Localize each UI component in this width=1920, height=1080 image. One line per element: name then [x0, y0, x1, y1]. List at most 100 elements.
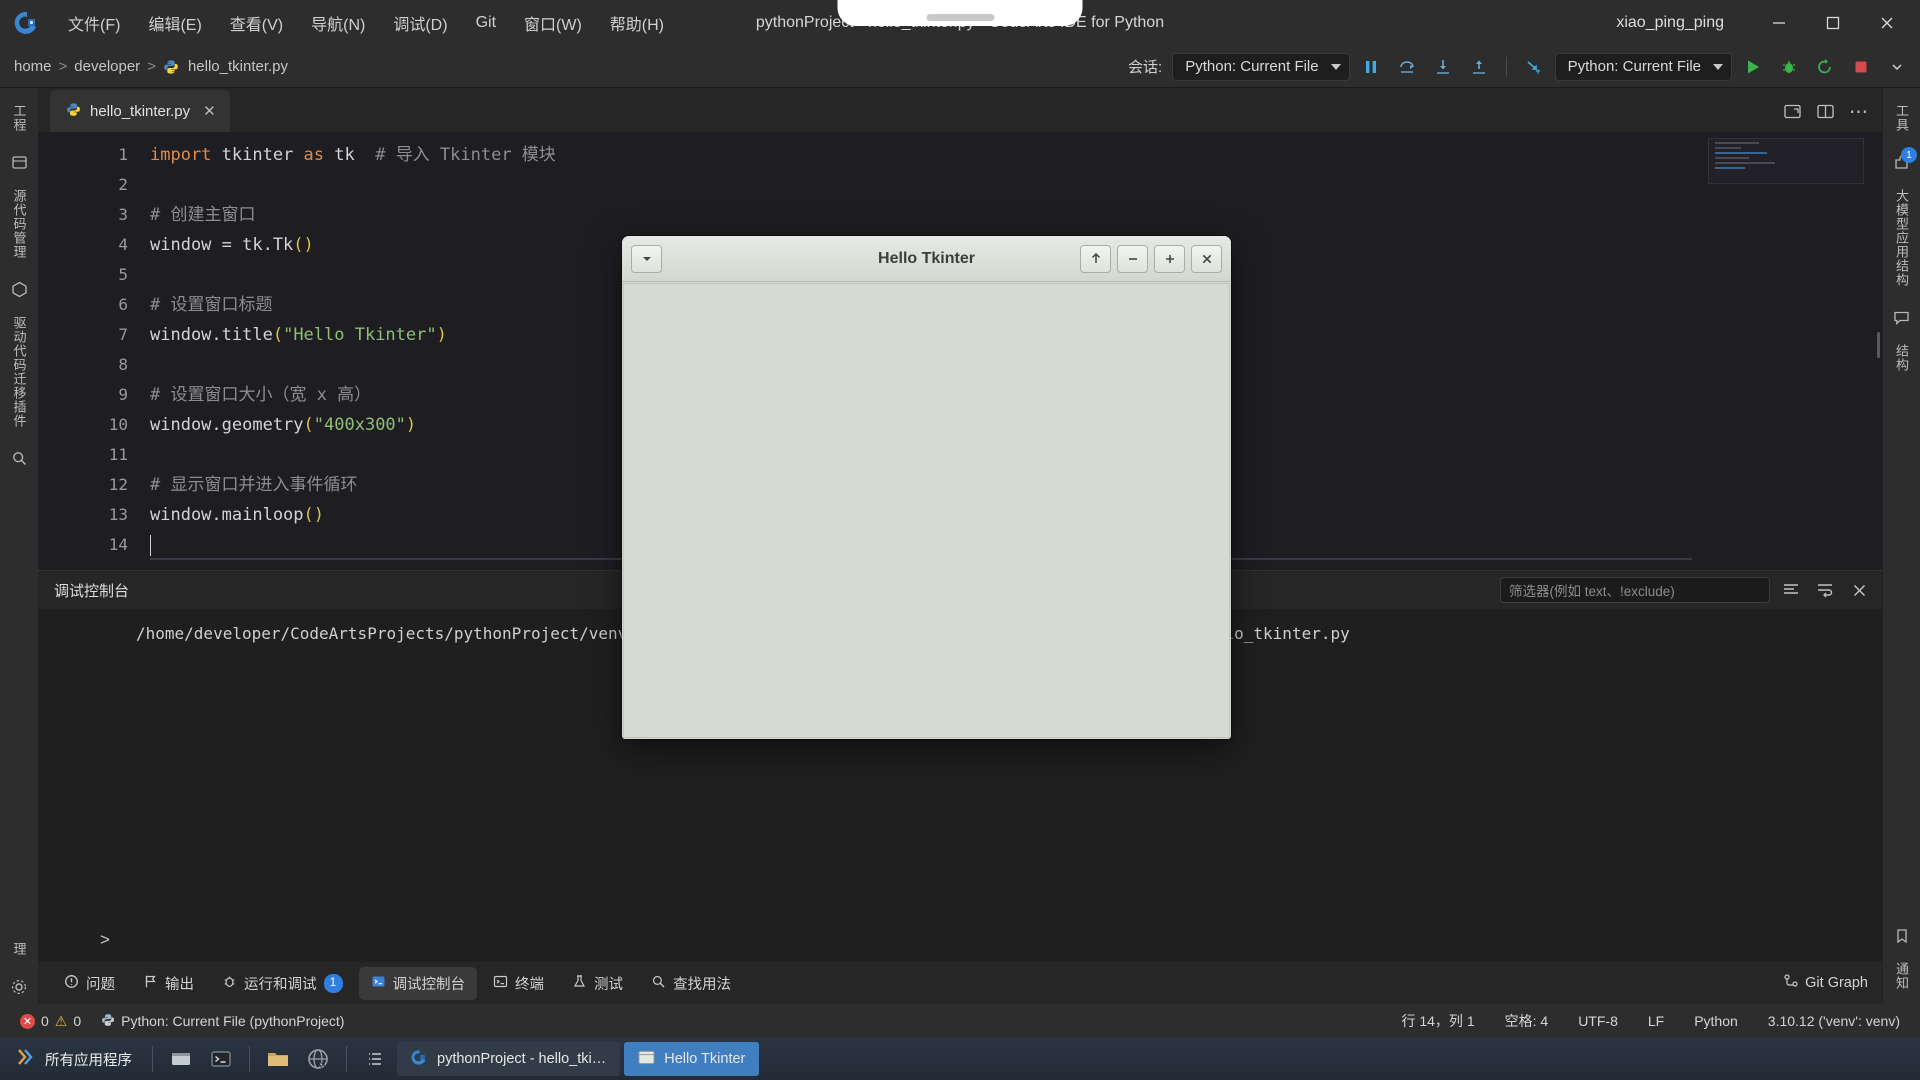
pause-button[interactable]: [1356, 52, 1386, 82]
line-number: 6: [38, 290, 150, 320]
tkinter-window-content[interactable]: [623, 283, 1230, 738]
taskbar-app-hello-tkinter[interactable]: Hello Tkinter: [624, 1042, 759, 1076]
debug-button[interactable]: [1774, 52, 1804, 82]
rail-migration-plugin[interactable]: 驱动代码迁移插件: [10, 306, 29, 438]
restart-button[interactable]: [1810, 52, 1840, 82]
panel-tab-run-debug[interactable]: 运行和调试 1: [210, 967, 355, 1000]
explorer-icon[interactable]: [11, 154, 28, 171]
breadcrumb-separator-2: >: [147, 58, 156, 75]
breadcrumb-home[interactable]: home: [14, 58, 52, 75]
menu-help[interactable]: 帮助(H): [596, 7, 678, 39]
panel-tab-test[interactable]: 测试: [560, 967, 635, 1000]
status-venv[interactable]: 3.10.12 ('venv': venv): [1762, 1011, 1906, 1031]
line-number: 3: [38, 200, 150, 230]
rail-project[interactable]: 工程: [10, 94, 29, 142]
step-over-button[interactable]: [1392, 52, 1422, 82]
taskbar-window-switcher-icon[interactable]: [163, 1042, 199, 1076]
split-editor-icon[interactable]: [1816, 102, 1835, 124]
window-close-button[interactable]: [1860, 0, 1914, 46]
tkinter-title-bar[interactable]: Hello Tkinter: [622, 236, 1231, 282]
word-wrap-icon[interactable]: [1812, 577, 1838, 603]
open-preview-icon[interactable]: [1783, 102, 1802, 124]
breadcrumb-filename[interactable]: hello_tkinter.py: [188, 58, 288, 75]
breadcrumb-developer[interactable]: developer: [74, 58, 140, 75]
tkinter-window-menu-button[interactable]: [631, 245, 662, 273]
clear-console-icon[interactable]: [1778, 577, 1804, 603]
navigation-toolbar: home > developer > hello_tkinter.py 会话: …: [0, 46, 1920, 88]
taskbar-files-icon[interactable]: [260, 1042, 296, 1076]
search-icon[interactable]: [11, 450, 28, 467]
taskbar-app-codearts[interactable]: pythonProject - hello_tki…: [397, 1042, 620, 1076]
menu-file[interactable]: 文件(F): [54, 7, 134, 39]
menu-debug[interactable]: 调试(D): [379, 7, 461, 39]
menu-navigate[interactable]: 导航(N): [297, 7, 379, 39]
line-number: 14: [38, 530, 150, 560]
more-editor-actions-icon[interactable]: ⋯: [1849, 106, 1868, 120]
status-problems[interactable]: ✕ 0 ⚠ 0: [14, 1011, 87, 1032]
line-number: 10: [38, 410, 150, 440]
chevron-down-icon: [1331, 64, 1341, 70]
bookmark-icon[interactable]: [1894, 928, 1910, 944]
window-minimize-button[interactable]: [1752, 0, 1806, 46]
panel-tab-find-usages[interactable]: 查找用法: [639, 967, 743, 1000]
codearts-ide-window: 文件(F) 编辑(E) 查看(V) 导航(N) 调试(D) Git 窗口(W) …: [0, 0, 1920, 1080]
code-line-text: [150, 530, 151, 560]
plugin-icon[interactable]: 1: [1893, 154, 1910, 171]
more-actions-button[interactable]: [1882, 52, 1912, 82]
line-number: 4: [38, 230, 150, 260]
rail-llm-structure[interactable]: 大模型应用结构: [1892, 179, 1911, 297]
status-encoding[interactable]: UTF-8: [1572, 1011, 1624, 1031]
rail-manage[interactable]: 理: [10, 932, 29, 966]
code-line: 3# 创建主窗口: [38, 200, 1882, 230]
left-activity-bar: 工程 源代码管理 驱动代码迁移插件 理: [0, 88, 38, 1004]
status-bar-right: 行 14，列 1 空格: 4 UTF-8 LF Python 3.10.12 (…: [1395, 1009, 1906, 1033]
status-cursor-position[interactable]: 行 14，列 1: [1395, 1009, 1480, 1033]
tkinter-rollup-button[interactable]: [1080, 245, 1111, 273]
rail-notifications[interactable]: 通知: [1892, 952, 1911, 1000]
editor-tab-hello-tkinter[interactable]: hello_tkinter.py ✕: [50, 90, 230, 132]
taskbar-separator: [346, 1046, 347, 1072]
tkinter-minimize-button[interactable]: [1117, 245, 1148, 273]
panel-tab-output[interactable]: 输出: [131, 967, 206, 1000]
tkinter-hello-window[interactable]: Hello Tkinter: [622, 236, 1231, 739]
panel-tab-problems[interactable]: 问题: [52, 967, 127, 1000]
git-graph-label[interactable]: Git Graph: [1805, 975, 1868, 991]
tkinter-close-button[interactable]: [1191, 245, 1222, 273]
status-interpreter[interactable]: Python: Current File (pythonProject): [95, 1011, 350, 1032]
tkinter-window-icon: [638, 1050, 655, 1069]
step-into-button[interactable]: [1428, 52, 1458, 82]
console-filter-input[interactable]: 筛选器(例如 text、!exclude): [1500, 577, 1770, 603]
tkinter-maximize-button[interactable]: [1154, 245, 1185, 273]
panel-tab-terminal[interactable]: 终端: [481, 967, 556, 1000]
window-maximize-button[interactable]: [1806, 0, 1860, 46]
panel-tab-debug-console[interactable]: 调试控制台: [359, 967, 478, 1000]
rail-structure[interactable]: 结构: [1892, 334, 1911, 382]
close-panel-icon[interactable]: [1846, 577, 1872, 603]
run-button[interactable]: [1738, 52, 1768, 82]
gear-icon[interactable]: [10, 978, 28, 996]
taskbar-terminal-icon[interactable]: [203, 1042, 239, 1076]
close-icon[interactable]: ✕: [203, 102, 216, 120]
taskbar-task-list-icon[interactable]: [357, 1042, 393, 1076]
step-out-button[interactable]: [1464, 52, 1494, 82]
line-number: 2: [38, 170, 150, 200]
menu-bar: 文件(F) 编辑(E) 查看(V) 导航(N) 调试(D) Git 窗口(W) …: [54, 7, 678, 39]
run-to-cursor-button[interactable]: [1519, 52, 1549, 82]
chat-icon[interactable]: [1893, 309, 1910, 326]
status-eol[interactable]: LF: [1642, 1011, 1670, 1031]
menu-edit[interactable]: 编辑(E): [134, 7, 215, 39]
menu-window[interactable]: 窗口(W): [510, 7, 596, 39]
taskbar-browser-icon[interactable]: [300, 1042, 336, 1076]
stop-button[interactable]: [1846, 52, 1876, 82]
run-config-select[interactable]: Python: Current File: [1555, 53, 1732, 81]
extensions-icon[interactable]: [11, 281, 28, 298]
all-applications-button[interactable]: 所有应用程序: [6, 1047, 142, 1071]
session-select[interactable]: Python: Current File: [1172, 53, 1349, 81]
menu-git[interactable]: Git: [462, 10, 510, 36]
rail-scm[interactable]: 源代码管理: [10, 179, 29, 269]
status-indentation[interactable]: 空格: 4: [1499, 1009, 1555, 1033]
debug-console-prompt[interactable]: >: [38, 930, 1882, 962]
menu-view[interactable]: 查看(V): [216, 7, 297, 39]
status-language[interactable]: Python: [1688, 1011, 1744, 1031]
rail-tools[interactable]: 工具: [1892, 94, 1911, 142]
